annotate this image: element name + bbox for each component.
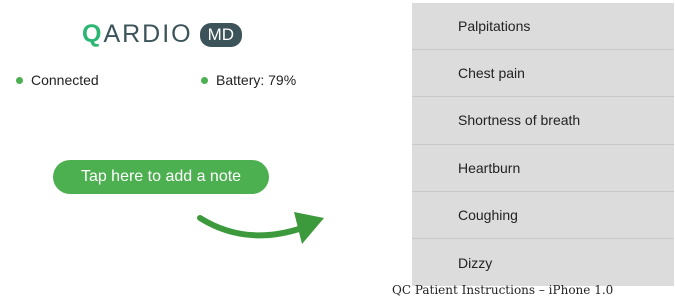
symptom-item-dizzy[interactable]: Dizzy	[412, 239, 674, 286]
curved-arrow-icon	[197, 212, 324, 244]
connected-indicator-icon	[16, 76, 23, 84]
symptom-item-palpitations[interactable]: Palpitations	[412, 3, 674, 51]
logo-text: ARDIO	[103, 20, 193, 48]
symptom-item-shortness-of-breath[interactable]: Shortness of breath	[412, 97, 674, 145]
battery-label: Battery: 79%	[216, 72, 297, 88]
symptom-item-coughing[interactable]: Coughing	[412, 192, 674, 239]
symptom-item-chest-pain[interactable]: Chest pain	[412, 50, 674, 98]
document-caption: QC Patient Instructions – iPhone 1.0	[392, 283, 614, 297]
connection-status: Connected	[16, 72, 99, 88]
logo-wordmark: QARDIO	[82, 20, 193, 49]
qardio-md-logo: QARDIO MD	[82, 20, 243, 49]
battery-status: Battery: 79%	[201, 72, 296, 88]
logo-q: Q	[82, 20, 104, 48]
connected-label: Connected	[31, 72, 99, 88]
add-note-button[interactable]: Tap here to add a note	[53, 160, 269, 194]
logo-md-badge: MD	[199, 22, 243, 47]
symptom-item-heartburn[interactable]: Heartburn	[412, 145, 674, 192]
battery-indicator-icon	[201, 76, 208, 84]
symptom-list: Palpitations Chest pain Shortness of bre…	[412, 3, 674, 286]
